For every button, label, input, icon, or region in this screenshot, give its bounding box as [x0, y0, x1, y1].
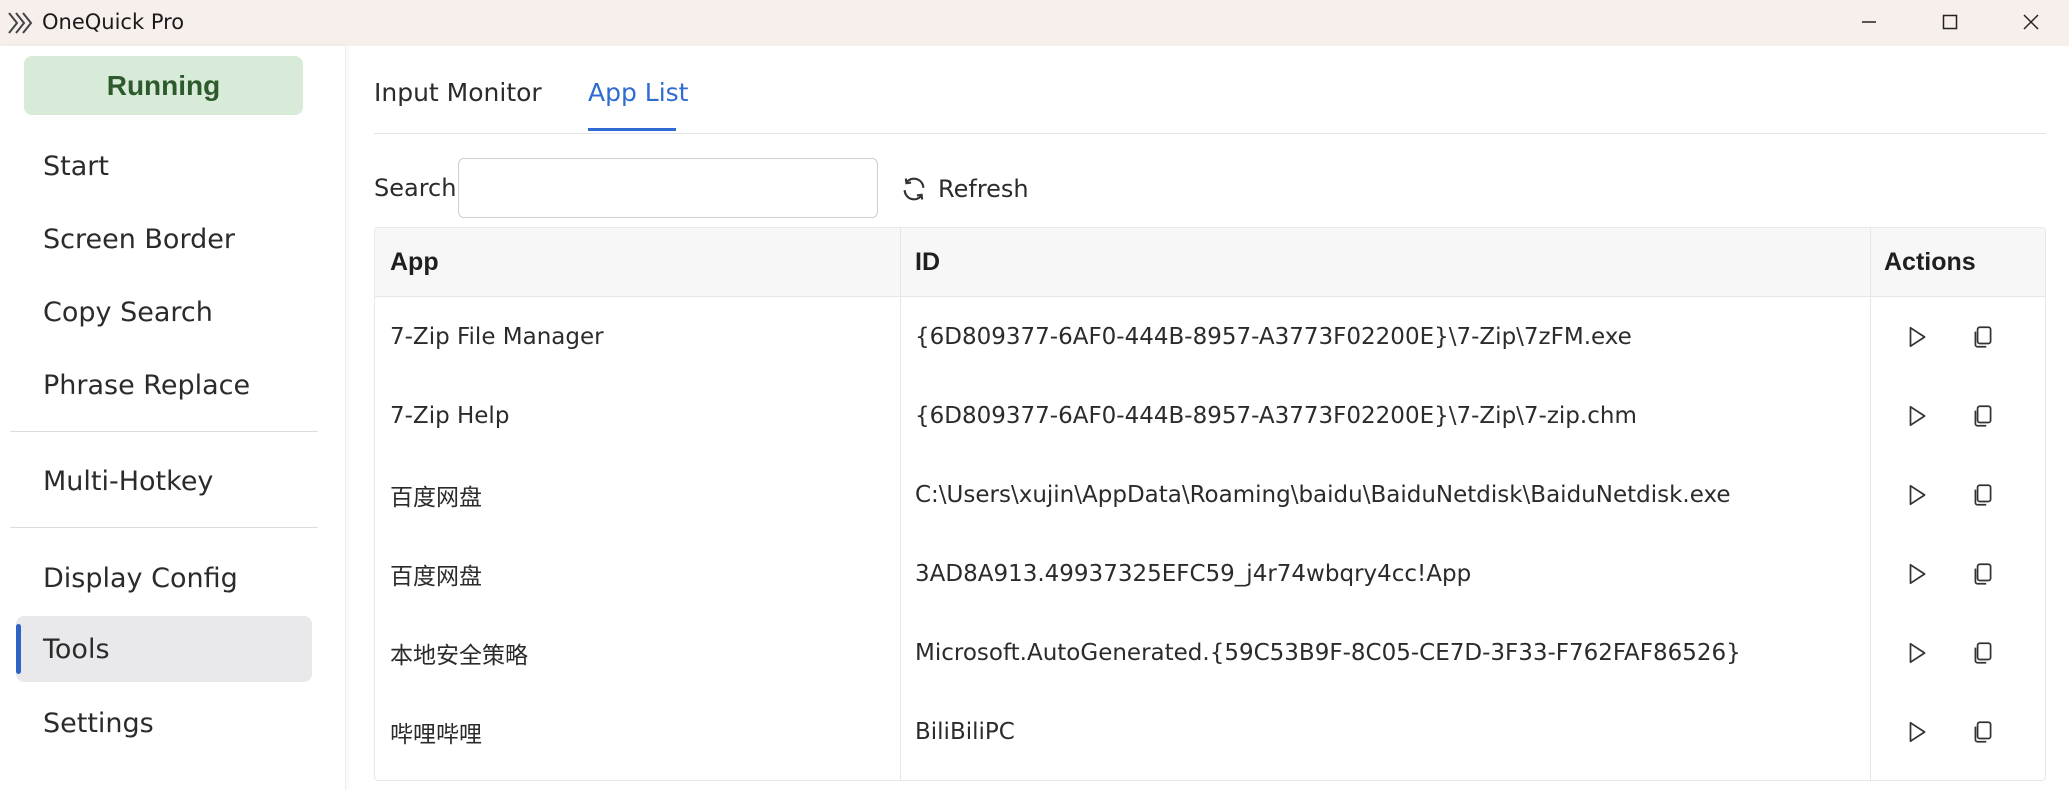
- sidebar-item-tools[interactable]: Tools: [16, 616, 312, 682]
- app-logo-icon: [6, 10, 36, 36]
- table-row: 7-Zip Help {6D809377-6AF0-444B-8957-A377…: [375, 376, 2045, 455]
- maximize-icon: [1942, 14, 1958, 30]
- table-header: App ID Actions: [375, 228, 2045, 297]
- copy-id-button[interactable]: [1963, 297, 2003, 376]
- play-icon: [1909, 405, 1926, 426]
- run-app-button[interactable]: [1897, 455, 1937, 534]
- run-app-button[interactable]: [1897, 613, 1937, 692]
- sidebar-item-phrase-replace[interactable]: Phrase Replace: [16, 352, 312, 418]
- sidebar-item-copy-search[interactable]: Copy Search: [16, 279, 312, 345]
- table-row: 哔哩哔哩 BiliBiliPC: [375, 692, 2045, 771]
- sidebar-divider: [10, 431, 318, 432]
- app-name-cell: 7-Zip File Manager: [390, 323, 604, 350]
- play-icon: [1909, 721, 1926, 742]
- run-app-button[interactable]: [1897, 534, 1937, 613]
- copy-icon: [1974, 641, 1992, 664]
- window-title: OneQuick Pro: [42, 10, 185, 34]
- app-name-cell: 本地安全策略: [390, 642, 528, 669]
- sidebar: Running Start Screen Border Copy Search …: [0, 46, 346, 790]
- search-input[interactable]: [458, 158, 878, 218]
- copy-id-button[interactable]: [1963, 534, 2003, 613]
- tab-app-list[interactable]: App List: [588, 78, 689, 107]
- app-id-cell: 3AD8A913.49937325EFC59_j4r74wbqry4cc!App: [915, 560, 1472, 587]
- copy-icon: [1974, 404, 1992, 427]
- copy-icon: [1974, 720, 1992, 743]
- active-tab-indicator: [588, 128, 676, 131]
- copy-id-button[interactable]: [1963, 613, 2003, 692]
- tabs-divider: [374, 133, 2046, 134]
- close-icon: [2023, 14, 2039, 30]
- sidebar-item-display-config[interactable]: Display Config: [16, 545, 312, 611]
- play-icon: [1909, 326, 1926, 347]
- column-header-actions: Actions: [1884, 248, 1976, 276]
- close-button[interactable]: [1991, 0, 2069, 44]
- column-header-app[interactable]: App: [390, 248, 439, 277]
- refresh-label: Refresh: [938, 175, 1029, 203]
- app-id-cell: {6D809377-6AF0-444B-8957-A3773F02200E}\7…: [915, 402, 1637, 429]
- table-row: 百度网盘 C:\Users\xujin\AppData\Roaming\baid…: [375, 455, 2045, 534]
- sidebar-divider: [10, 527, 318, 528]
- app-name-cell: 哔哩哔哩: [390, 721, 482, 748]
- title-bar: OneQuick Pro: [0, 0, 2069, 46]
- minimize-button[interactable]: [1829, 0, 1909, 44]
- refresh-icon: [903, 177, 925, 201]
- app-name-cell: 7-Zip Help: [390, 402, 510, 429]
- play-icon: [1909, 642, 1926, 663]
- minimize-icon: [1862, 21, 1876, 23]
- app-id-cell: Microsoft.AutoGenerated.{59C53B9F-8C05-C…: [915, 639, 1741, 666]
- table-row: 7-Zip File Manager {6D809377-6AF0-444B-8…: [375, 297, 2045, 376]
- sidebar-item-multi-hotkey[interactable]: Multi-Hotkey: [16, 448, 312, 514]
- play-icon: [1909, 484, 1926, 505]
- copy-icon: [1974, 562, 1992, 585]
- run-app-button[interactable]: [1897, 692, 1937, 771]
- play-icon: [1909, 563, 1926, 584]
- sidebar-item-screen-border[interactable]: Screen Border: [16, 206, 312, 272]
- table-row: 百度网盘 3AD8A913.49937325EFC59_j4r74wbqry4c…: [375, 534, 2045, 613]
- app-id-cell: C:\Users\xujin\AppData\Roaming\baidu\Bai…: [915, 481, 1731, 508]
- copy-icon: [1974, 483, 1992, 506]
- app-list-table: App ID Actions 7-Zip File Manager {6D809…: [374, 227, 2046, 781]
- refresh-button[interactable]: Refresh: [900, 165, 1029, 213]
- column-header-id[interactable]: ID: [915, 248, 940, 277]
- running-status-badge[interactable]: Running: [24, 56, 303, 115]
- app-id-cell: BiliBiliPC: [915, 718, 1015, 745]
- app-name-cell: 百度网盘: [390, 563, 482, 590]
- sidebar-item-start[interactable]: Start: [16, 133, 312, 199]
- app-name-cell: 百度网盘: [390, 484, 482, 511]
- maximize-button[interactable]: [1910, 0, 1990, 44]
- search-label: Search:: [374, 174, 465, 202]
- run-app-button[interactable]: [1897, 297, 1937, 376]
- copy-icon: [1974, 325, 1992, 348]
- tab-input-monitor[interactable]: Input Monitor: [374, 78, 542, 107]
- sidebar-item-settings[interactable]: Settings: [16, 690, 312, 756]
- copy-id-button[interactable]: [1963, 692, 2003, 771]
- run-app-button[interactable]: [1897, 376, 1937, 455]
- copy-id-button[interactable]: [1963, 376, 2003, 455]
- app-id-cell: {6D809377-6AF0-444B-8957-A3773F02200E}\7…: [915, 323, 1632, 350]
- copy-id-button[interactable]: [1963, 455, 2003, 534]
- table-row: 本地安全策略 Microsoft.AutoGenerated.{59C53B9F…: [375, 613, 2045, 692]
